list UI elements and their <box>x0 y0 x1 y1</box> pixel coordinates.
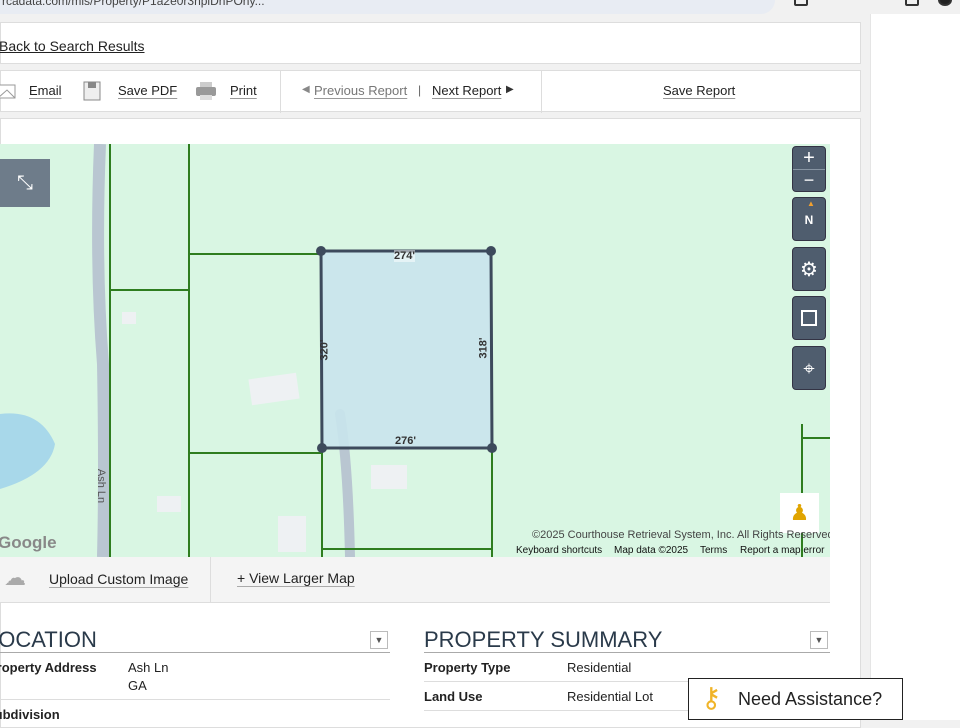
map-data-link[interactable]: Map data ©2025 <box>614 545 688 556</box>
divider <box>541 71 542 113</box>
google-logo: Google <box>0 533 57 553</box>
collapse-icon: ⤡ <box>17 172 33 194</box>
subject-parcel[interactable] <box>321 251 492 448</box>
right-gutter <box>870 14 960 720</box>
caret-right-icon: ▶ <box>506 84 514 95</box>
property-type-value: Residential <box>567 660 631 675</box>
back-bar: Back to Search Results <box>0 22 861 64</box>
need-assistance-label: Need Assistance? <box>738 689 882 710</box>
dimension-left: 320' <box>318 340 330 361</box>
road-label: Ash Ln <box>95 469 107 503</box>
need-assistance-button[interactable]: ⚷ Need Assistance? <box>688 678 903 720</box>
tab-icon[interactable] <box>794 0 808 6</box>
street-view-pegman[interactable]: ♟ <box>780 493 819 533</box>
location-collapse-toggle[interactable]: ▼ <box>370 631 388 649</box>
url-bar[interactable]: rcadata.com/mls/Property/P1a2e0r3hpiDhPO… <box>0 0 775 14</box>
select-area-icon <box>801 310 817 326</box>
view-larger-map-button[interactable]: + View Larger Map <box>237 570 355 586</box>
settings-button[interactable]: ⚙ <box>792 247 826 291</box>
parcel-map[interactable]: 274' 320' 318' 276' Ash Ln Google ⤡ ♟ ©2… <box>0 144 830 557</box>
divider <box>0 652 390 653</box>
keyboard-shortcuts-link[interactable]: Keyboard shortcuts <box>516 545 602 556</box>
nav-separator: | <box>418 83 421 97</box>
browser-toolbar-icons <box>790 0 960 12</box>
email-icon <box>0 83 17 101</box>
map-copyright: ©2025 Courthouse Retrieval System, Inc. … <box>532 529 830 541</box>
report-toolbar: Email Save PDF Print ◀ Previous Report |… <box>0 70 861 112</box>
print-button[interactable]: Print <box>230 83 257 98</box>
crosshair-icon: ⌖ <box>803 358 814 380</box>
property-address-line2: GA <box>128 678 147 693</box>
land-use-label: Land Use <box>424 689 483 704</box>
back-to-search-link[interactable]: Back to Search Results <box>0 38 145 54</box>
pond <box>0 413 55 489</box>
locate-button[interactable]: ⌖ <box>792 346 826 390</box>
zoom-in-button[interactable]: + <box>793 147 825 170</box>
divider <box>0 699 390 700</box>
pegman-icon: ♟ <box>790 500 810 525</box>
caret-left-icon: ◀ <box>302 84 310 95</box>
dimension-right: 318' <box>477 338 489 359</box>
land-use-value: Residential Lot <box>567 689 653 704</box>
divider <box>424 652 830 653</box>
print-icon <box>195 81 217 101</box>
summary-collapse-toggle[interactable]: ▼ <box>810 631 828 649</box>
divider <box>280 71 281 113</box>
gear-icon: ⚙ <box>800 259 818 281</box>
previous-report-button[interactable]: Previous Report <box>314 83 407 98</box>
upload-cloud-icon: ☁ <box>4 565 26 591</box>
url-text: rcadata.com/mls/Property/P1a2e0r3hpiDhPO… <box>2 0 265 8</box>
compass-button[interactable]: ▲N <box>792 197 826 241</box>
property-address-label: Property Address <box>0 660 97 675</box>
property-address-line1: Ash Ln <box>128 660 168 675</box>
key-icon: ⚷ <box>701 681 722 714</box>
window-icon[interactable] <box>905 0 919 6</box>
divider <box>210 557 211 603</box>
dimension-bottom: 276' <box>395 435 416 447</box>
next-report-button[interactable]: Next Report <box>432 83 501 98</box>
property-type-label: Property Type <box>424 660 510 675</box>
location-heading: LOCATION <box>0 627 97 653</box>
email-button[interactable]: Email <box>29 83 62 98</box>
draw-area-button[interactable] <box>792 296 826 340</box>
property-summary-heading: PROPERTY SUMMARY <box>424 627 662 653</box>
terms-link[interactable]: Terms <box>700 545 727 556</box>
map-actions-bar: ☁ Upload Custom Image + View Larger Map <box>0 557 830 603</box>
upload-custom-image-button[interactable]: Upload Custom Image <box>49 571 188 587</box>
save-pdf-icon <box>83 81 101 101</box>
map-canvas <box>0 144 830 557</box>
save-report-button[interactable]: Save Report <box>663 83 735 98</box>
north-arrow-icon: ▲ <box>807 182 815 226</box>
report-map-error-link[interactable]: Report a map error <box>740 545 824 556</box>
dimension-top: 274' <box>394 250 415 262</box>
save-pdf-button[interactable]: Save PDF <box>118 83 177 98</box>
collapse-map-button[interactable]: ⤡ <box>0 159 50 207</box>
avatar[interactable] <box>938 0 952 6</box>
